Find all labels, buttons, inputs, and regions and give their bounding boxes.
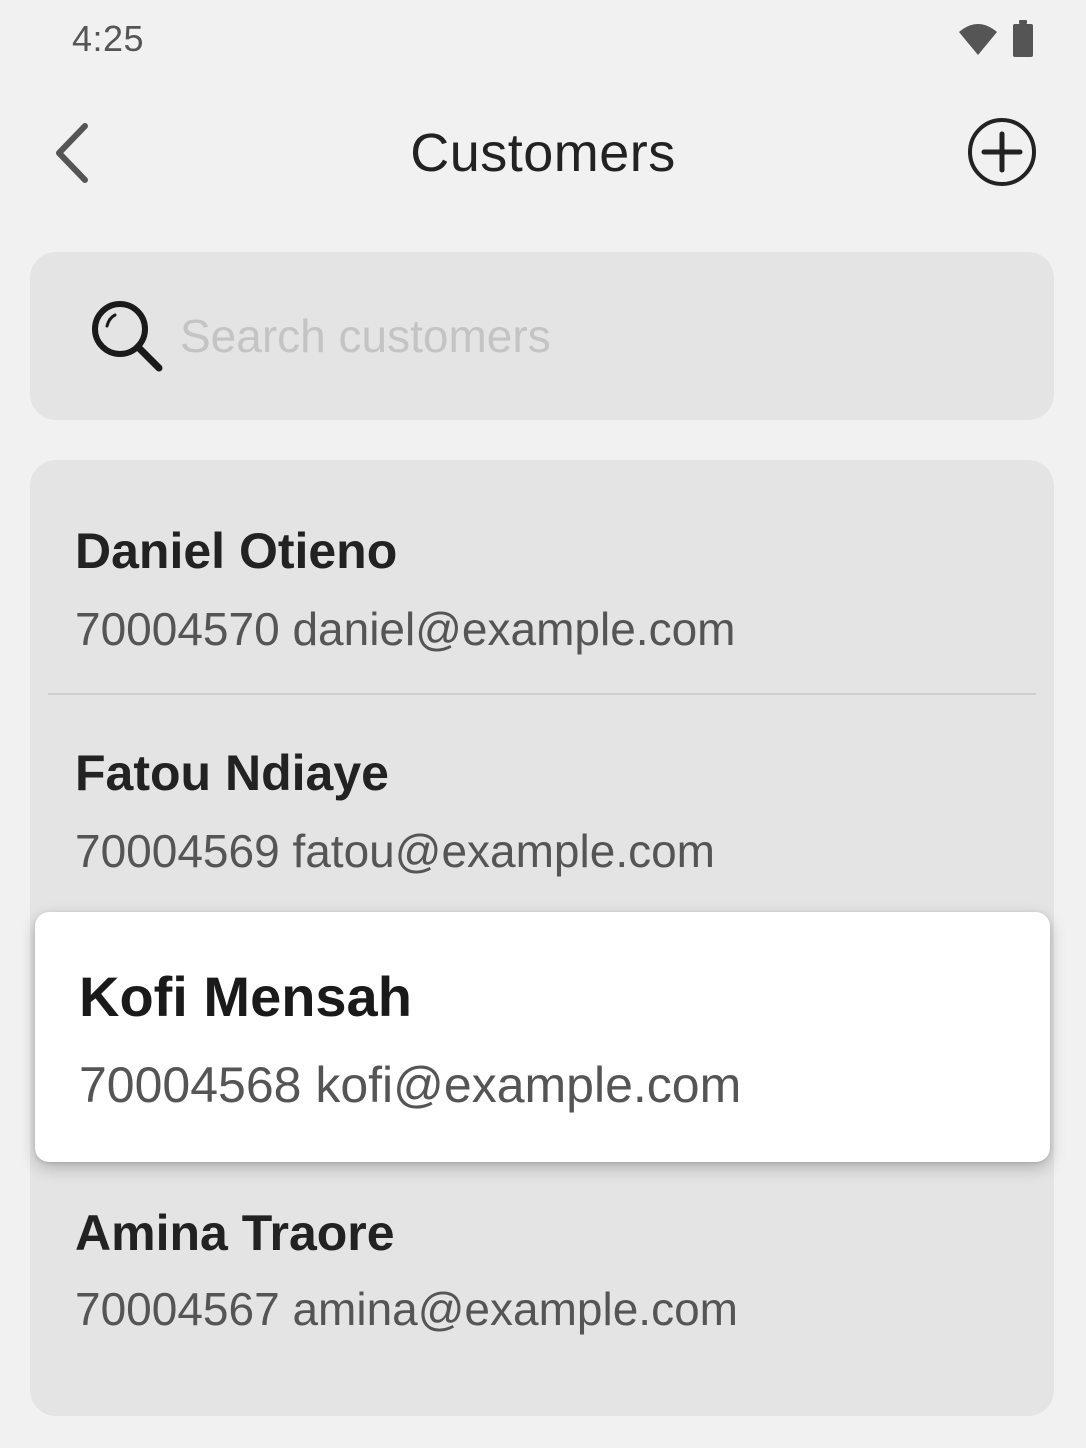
- customer-name: Kofi Mensah: [79, 965, 412, 1028]
- search-bar[interactable]: [30, 252, 1054, 420]
- add-customer-button[interactable]: [966, 116, 1038, 188]
- customer-name: Fatou Ndiaye: [75, 745, 389, 801]
- customer-details: 70004569 fatou@example.com: [75, 825, 716, 877]
- search-icon: [88, 297, 166, 375]
- status-bar: 4:25: [0, 0, 1086, 80]
- customer-name: Daniel Otieno: [75, 523, 398, 579]
- divider: [48, 693, 1036, 695]
- customer-row[interactable]: Fatou Ndiaye 70004569 fatou@example.com: [30, 696, 1054, 912]
- status-icons: [958, 20, 1034, 63]
- customer-details: 70004570 daniel@example.com: [75, 603, 736, 655]
- status-time: 4:25: [72, 18, 145, 59]
- wifi-icon: [958, 22, 998, 61]
- page-title: Customers: [410, 123, 676, 183]
- app-bar: Customers: [0, 100, 1086, 210]
- customer-details: 70004568 kofi@example.com: [79, 1057, 742, 1113]
- customer-row[interactable]: Daniel Otieno 70004570 daniel@example.co…: [30, 460, 1054, 694]
- customer-row[interactable]: Amina Traore 70004567 amina@example.com: [30, 1162, 1054, 1402]
- customer-row-selected[interactable]: Kofi Mensah 70004568 kofi@example.com: [35, 912, 1050, 1162]
- battery-icon: [1012, 20, 1034, 63]
- search-input[interactable]: [180, 296, 1054, 376]
- customer-details: 70004567 amina@example.com: [75, 1283, 738, 1335]
- plus-circle-icon: [968, 118, 1036, 186]
- customer-name: Amina Traore: [75, 1205, 395, 1261]
